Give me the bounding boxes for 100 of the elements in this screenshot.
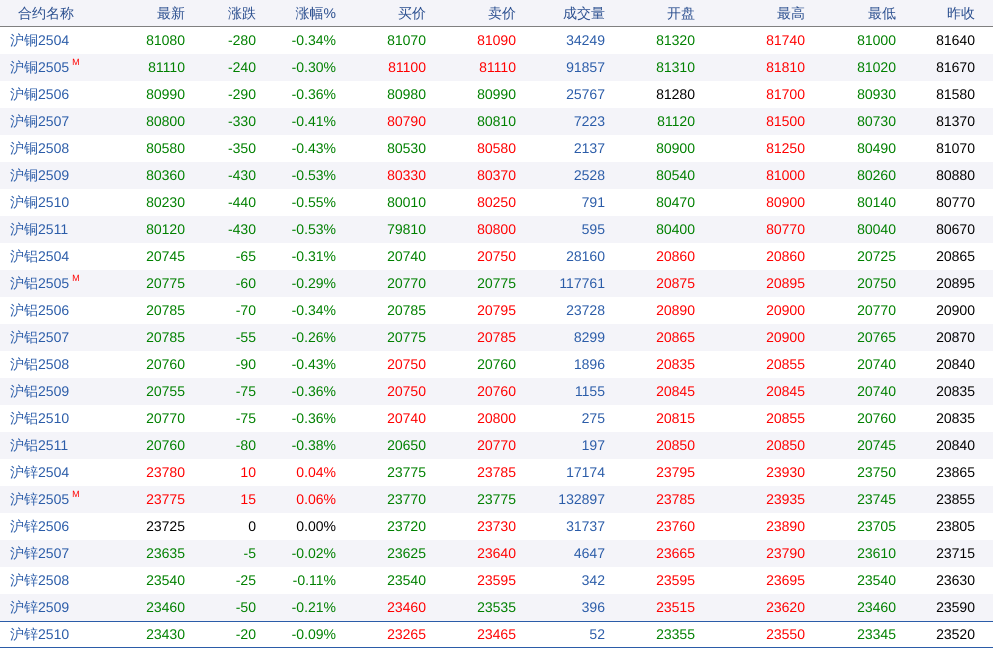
contract-name: 沪铜2509 [10, 166, 70, 185]
table-cell-text: 23775 [476, 490, 516, 509]
table-cell-text: 20785 [145, 328, 185, 347]
table-row[interactable]: 沪铝2507 20785 -55 -0.26% 20775 20785 8299 20865 20900 20765 20870 [0, 324, 993, 351]
table-cell-text: 23630 [935, 571, 975, 590]
column-header[interactable]: 合约名称 [0, 2, 110, 24]
table-cell-text: 80880 [935, 166, 975, 185]
table-cell-text: 20900 [765, 328, 805, 347]
table-cell-text: -50 [234, 598, 256, 617]
table-cell-text: 20775 [386, 328, 426, 347]
table-cell-text: 81020 [856, 58, 896, 77]
table-cell-text: -0.34% [290, 301, 336, 320]
table-cell-text: 20800 [476, 409, 516, 428]
table-cell-text: 23355 [655, 625, 695, 644]
table-cell-text: 23770 [386, 490, 426, 509]
contract-name: 沪锌2505 [10, 490, 70, 509]
table-cell-text: 23465 [476, 625, 516, 644]
table-cell-text: 20740 [386, 247, 426, 266]
table-cell-text: -90 [234, 355, 256, 374]
table-cell-text: 23695 [765, 571, 805, 590]
table-row[interactable]: 沪锌2507 23635 -5 -0.02% 23625 23640 4647 23665 23790 23610 23715 [0, 540, 993, 567]
table-cell-text: 81580 [935, 85, 975, 104]
table-row[interactable]: 沪锌2505 M 23775 15 0.06% 23770 23775 132897 23785 23935 23745 23855 [0, 486, 993, 513]
table-cell-text: 2528 [572, 166, 605, 185]
table-cell-text: 20740 [856, 382, 896, 401]
table-cell-text: 20740 [856, 355, 896, 374]
table-cell-text: -75 [234, 409, 256, 428]
table-cell-text: 80770 [935, 193, 975, 212]
table-cell-text: 81070 [386, 31, 426, 50]
table-row[interactable]: 沪铝2509 20755 -75 -0.36% 20750 20760 1155 20845 20845 20740 20835 [0, 378, 993, 405]
table-cell-text: 20855 [765, 355, 805, 374]
contract-name: 沪铝2504 [10, 247, 70, 266]
table-cell-text: 117761 [558, 274, 605, 293]
table-cell-text: 23550 [765, 625, 805, 644]
table-row[interactable]: 沪铜2507 80800 -330 -0.41% 80790 80810 7223 81120 81500 80730 81370 [0, 108, 993, 135]
table-cell-text: 20650 [386, 436, 426, 455]
column-header[interactable]: 最高 [695, 2, 805, 24]
column-header[interactable]: 开盘 [605, 2, 695, 24]
table-cell-text: 81000 [856, 31, 896, 50]
table-cell-text: 23935 [765, 490, 805, 509]
table-cell-text: 23590 [935, 598, 975, 617]
contract-name: 沪铜2510 [10, 193, 70, 212]
table-cell-text: 80250 [476, 193, 516, 212]
table-cell-text: 20760 [145, 436, 185, 455]
table-row[interactable]: 沪铝2511 20760 -80 -0.38% 20650 20770 197 20850 20850 20745 20840 [0, 432, 993, 459]
column-header[interactable]: 涨幅% [256, 2, 336, 24]
table-cell-text: 25767 [565, 85, 605, 104]
table-cell-text: 23728 [565, 301, 605, 320]
table-cell-text: -80 [234, 436, 256, 455]
table-cell-text: 81110 [478, 58, 516, 77]
column-header[interactable]: 买价 [336, 2, 426, 24]
table-row[interactable]: 沪铜2511 80120 -430 -0.53% 79810 80800 595 80400 80770 80040 80670 [0, 216, 993, 243]
column-header[interactable]: 最新 [110, 2, 185, 24]
table-cell-text: 4647 [572, 544, 605, 563]
table-row[interactable]: 沪锌2510 23430 -20 -0.09% 23265 23465 52 23355 23550 23345 23520 [0, 621, 993, 648]
table-cell-text: 23430 [145, 625, 185, 644]
table-cell-text: 23745 [856, 490, 896, 509]
table-cell-text: 20865 [935, 247, 975, 266]
table-cell-text: 23805 [935, 517, 975, 536]
table-cell-text: 81740 [765, 31, 805, 50]
table-cell-text: 20765 [856, 328, 896, 347]
column-header[interactable]: 最低 [805, 2, 896, 24]
table-cell-text: 34249 [565, 31, 605, 50]
table-cell-text: 23750 [856, 463, 896, 482]
table-cell-text: -0.11% [292, 571, 336, 590]
table-cell-text: -0.36% [290, 409, 336, 428]
table-cell-text: -0.43% [290, 139, 336, 158]
column-header[interactable]: 涨跌 [185, 2, 256, 24]
table-cell-text: 2137 [572, 139, 605, 158]
table-cell-text: 20845 [765, 382, 805, 401]
table-cell-text: 80990 [476, 85, 516, 104]
table-cell-text: 23595 [476, 571, 516, 590]
table-cell-text: 20795 [476, 301, 516, 320]
column-header[interactable]: 成交量 [516, 2, 605, 24]
column-header[interactable]: 卖价 [426, 2, 516, 24]
table-row[interactable]: 沪铜2505 M 81110 -240 -0.30% 81100 81110 91857 81310 81810 81020 81670 [0, 54, 993, 81]
table-row[interactable]: 沪铜2509 80360 -430 -0.53% 80330 80370 2528 80540 81000 80260 80880 [0, 162, 993, 189]
contract-name: 沪锌2509 [10, 598, 70, 617]
contract-name: 沪锌2506 [10, 517, 70, 536]
table-cell-text: 81000 [765, 166, 805, 185]
table-cell-text: 20850 [765, 436, 805, 455]
contract-name: 沪锌2508 [10, 571, 70, 590]
table-cell-text: 23515 [655, 598, 695, 617]
contract-name: 沪铝2511 [10, 436, 68, 455]
table-cell-text: 80540 [655, 166, 695, 185]
table-cell-text: 20745 [856, 436, 896, 455]
table-cell-text: 80120 [145, 220, 185, 239]
table-row[interactable]: 沪锌2509 23460 -50 -0.21% 23460 23535 396 23515 23620 23460 23590 [0, 594, 993, 621]
table-row[interactable]: 沪铝2505 M 20775 -60 -0.29% 20770 20775 117761 20875 20895 20750 20895 [0, 270, 993, 297]
contract-name: 沪铝2509 [10, 382, 70, 401]
table-cell-text: 80370 [476, 166, 516, 185]
table-cell-text: 80900 [655, 139, 695, 158]
table-cell-text: 80980 [386, 85, 426, 104]
column-header[interactable]: 昨收 [896, 2, 975, 24]
table-cell-text: 20900 [765, 301, 805, 320]
table-cell-text: 1896 [572, 355, 605, 374]
table-cell-text: 80800 [145, 112, 185, 131]
table-cell-text: 80930 [856, 85, 896, 104]
table-cell-text: 81810 [765, 58, 805, 77]
table-cell-text: -0.34% [290, 31, 336, 50]
